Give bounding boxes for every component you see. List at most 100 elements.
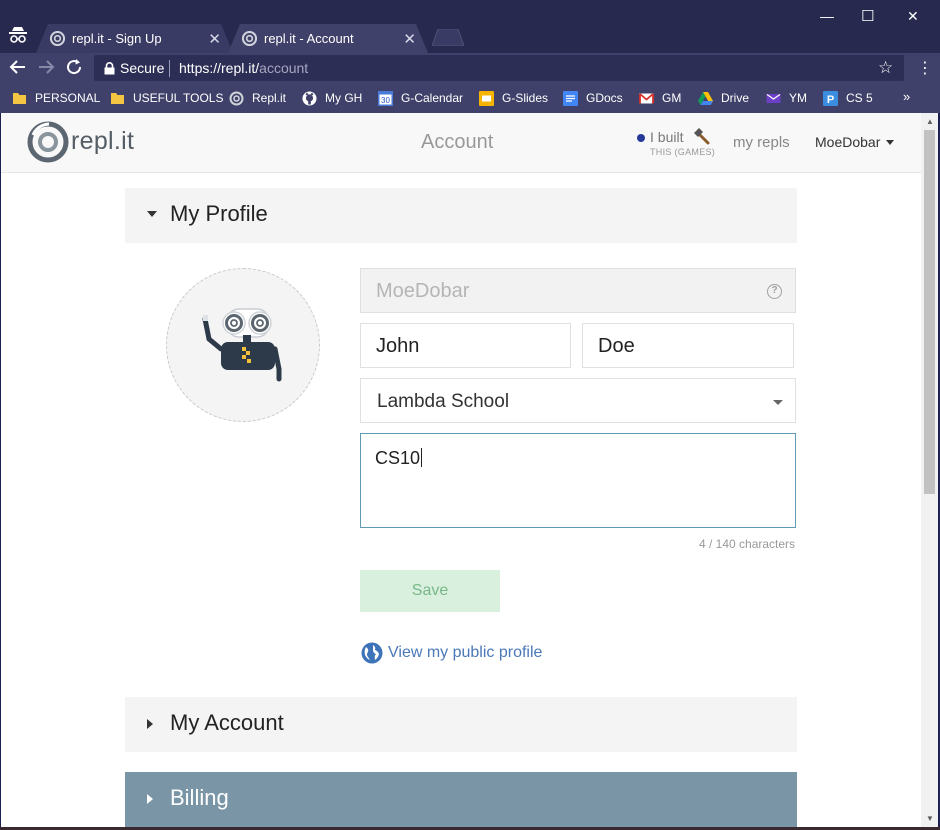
username-value: MoeDobar	[376, 280, 470, 302]
ibuilt-subtitle: THIS (GAMES)	[650, 147, 716, 157]
bio-value-wrap: CS10	[375, 448, 423, 469]
bio-textarea[interactable]: CS10	[360, 433, 796, 528]
bookmark-label: GM	[662, 91, 682, 105]
my-profile-section-header[interactable]: My Profile	[125, 188, 797, 243]
last-name-value: Doe	[598, 335, 635, 357]
bookmark-useful-tools[interactable]: USEFUL TOOLS	[110, 89, 223, 107]
folder-icon	[13, 92, 26, 104]
url-path: account	[259, 60, 309, 76]
bookmark-my-gh[interactable]: My GH	[302, 89, 362, 107]
user-menu[interactable]: MoeDobar	[815, 134, 880, 150]
scroll-up-icon[interactable]: ▲	[926, 117, 934, 126]
billing-section-header[interactable]: Billing	[125, 772, 797, 827]
p-icon: P	[823, 90, 838, 106]
replit-logo-icon[interactable]	[27, 121, 69, 163]
section-title: Billing	[170, 785, 229, 810]
bookmark-label: YM	[789, 91, 807, 105]
url-text[interactable]: https://repl.it/account	[179, 60, 308, 76]
lock-icon	[104, 62, 115, 75]
chevron-down-icon[interactable]	[886, 140, 894, 145]
secure-label: Secure	[120, 60, 165, 76]
forward-button[interactable]	[36, 58, 56, 78]
close-tab-icon[interactable]: ✕	[208, 30, 221, 48]
reload-button[interactable]	[64, 58, 84, 78]
status-dot	[637, 134, 645, 142]
bookmark-ym[interactable]: YM	[766, 89, 807, 107]
tab-account[interactable]: repl.it - Account ✕	[228, 24, 428, 53]
scroll-down-icon[interactable]: ▼	[926, 814, 934, 823]
vertical-scrollbar[interactable]: ▲ ▼	[921, 113, 938, 827]
section-title: My Profile	[170, 201, 268, 226]
bookmarks-overflow-button[interactable]: »	[903, 89, 910, 104]
bookmark-personal[interactable]: PERSONAL	[12, 89, 100, 107]
bookmark-label: My GH	[325, 91, 363, 105]
bookmark-gm[interactable]: GM	[639, 89, 681, 107]
replit-favicon-icon	[242, 31, 257, 46]
drive-icon	[698, 91, 713, 105]
hammer-icon	[694, 128, 710, 145]
reload-icon	[67, 59, 82, 75]
url-separator	[169, 60, 170, 77]
school-value: Lambda School	[377, 391, 510, 412]
url-host: https://repl.it/	[179, 60, 260, 76]
minimize-button[interactable]: —	[820, 8, 834, 24]
school-select[interactable]: Lambda School	[360, 378, 796, 423]
close-window-button[interactable]: ✕	[907, 8, 919, 25]
bookmark-drive[interactable]: Drive	[698, 89, 749, 107]
bookmark-cs5[interactable]: P CS 5	[823, 89, 873, 107]
help-icon[interactable]: ?	[767, 284, 782, 299]
bookmark-label: Repl.it	[252, 91, 287, 105]
docs-icon	[563, 90, 578, 106]
back-button[interactable]	[8, 58, 28, 78]
bookmark-label: G-Slides	[502, 91, 549, 105]
character-count: 4 / 140 characters	[699, 537, 796, 551]
forward-arrow-icon	[39, 60, 55, 74]
bookmark-label: PERSONAL	[35, 91, 101, 105]
bookmark-g-calendar[interactable]: 30 G-Calendar	[378, 89, 463, 107]
scrollbar-thumb[interactable]	[924, 130, 935, 494]
last-name-input[interactable]: Doe	[582, 323, 794, 368]
username-field: MoeDobar ?	[360, 268, 796, 313]
tab-title: repl.it - Sign Up	[72, 31, 162, 46]
logo-text[interactable]: repl.it	[71, 127, 134, 156]
bookmark-label: CS 5	[846, 91, 873, 105]
browser-menu-icon[interactable]: ⋮	[917, 58, 933, 78]
ibuilt-link[interactable]: I built	[650, 129, 683, 145]
bookmark-label: USEFUL TOOLS	[133, 91, 224, 105]
bookmark-gdocs[interactable]: GDocs	[563, 89, 623, 107]
page-title: Account	[421, 131, 494, 153]
bookmark-label: GDocs	[586, 91, 623, 105]
robot-avatar-icon	[202, 308, 282, 382]
mail-icon	[766, 93, 781, 103]
page-viewport: repl.it Account I built THIS (GAMES) my …	[1, 113, 921, 827]
section-title: My Account	[170, 710, 284, 735]
replit-favicon-icon	[50, 31, 65, 46]
my-repls-link[interactable]: my repls	[733, 134, 790, 151]
github-icon	[302, 91, 317, 105]
maximize-button[interactable]: ☐	[861, 7, 874, 25]
chevron-down-icon	[773, 400, 783, 405]
tab-title: repl.it - Account	[264, 31, 354, 46]
new-tab-button[interactable]	[432, 29, 464, 46]
tab-signup[interactable]: repl.it - Sign Up ✕	[36, 24, 233, 53]
caret-right-icon	[147, 719, 153, 729]
text-cursor	[421, 448, 423, 467]
avatar[interactable]	[166, 268, 320, 422]
folder-icon	[111, 92, 124, 104]
bookmark-g-slides[interactable]: G-Slides	[479, 89, 548, 107]
caret-right-icon	[147, 794, 153, 804]
save-button[interactable]: Save	[360, 570, 500, 612]
bookmark-star-icon[interactable]: ☆	[878, 58, 893, 78]
close-tab-icon[interactable]: ✕	[403, 30, 416, 48]
app-header: repl.it Account I built THIS (GAMES) my …	[1, 113, 921, 173]
first-name-input[interactable]: John	[360, 323, 571, 368]
globe-icon[interactable]	[361, 642, 383, 664]
bookmark-label: G-Calendar	[401, 91, 464, 105]
svg-text:P: P	[827, 94, 834, 106]
my-account-section-header[interactable]: My Account	[125, 697, 797, 752]
view-public-profile-link[interactable]: View my public profile	[388, 644, 542, 662]
bookmark-replit[interactable]: Repl.it	[229, 89, 286, 107]
calendar-icon: 30	[378, 90, 393, 106]
svg-text:30: 30	[381, 96, 390, 105]
bookmark-label: Drive	[721, 91, 750, 105]
